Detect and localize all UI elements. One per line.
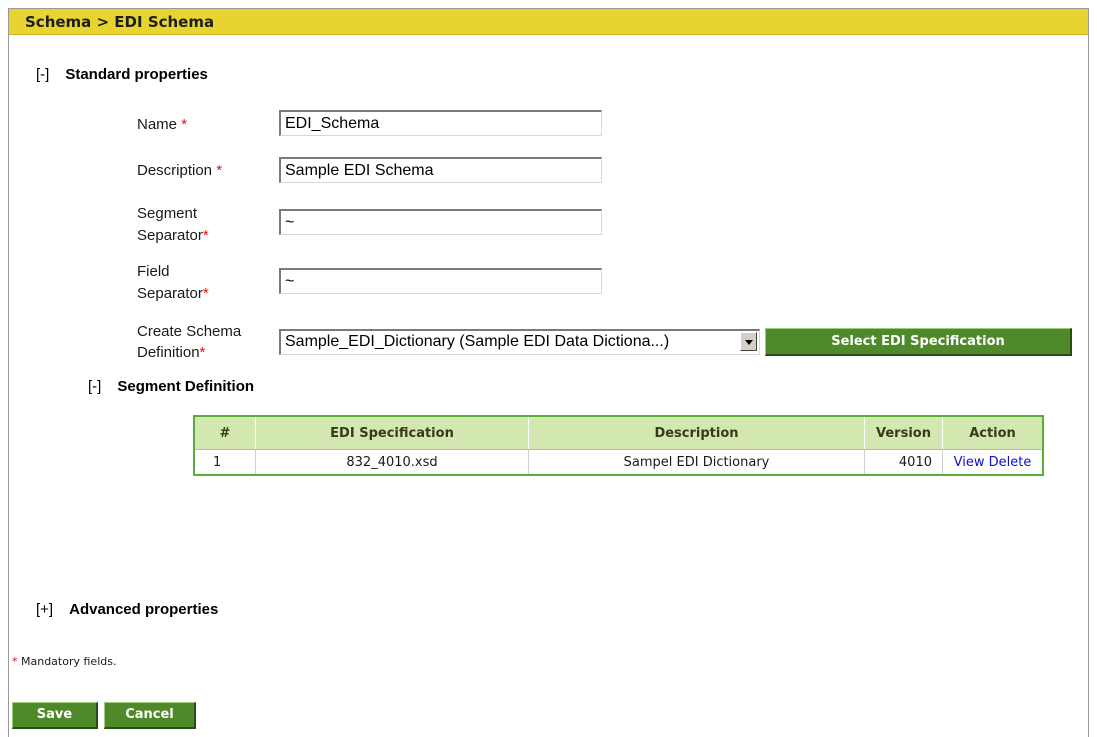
column-header: EDI Specification — [255, 415, 529, 450]
required-marker: * — [202, 285, 209, 302]
segment-separator-field[interactable]: ~ — [279, 209, 602, 235]
create-schema-definition-label: Create Schema Definition* — [137, 323, 242, 361]
selected-value: Sample_EDI_Dictionary (Sample EDI Data D… — [285, 333, 670, 350]
section-title: Standard properties — [65, 66, 208, 83]
column-header: Version — [864, 415, 943, 450]
edi-specification-cell: 832_4010.xsd — [255, 449, 529, 475]
required-marker: * — [202, 227, 209, 244]
column-header: Description — [528, 415, 865, 450]
section-title: Advanced properties — [69, 601, 219, 618]
delete-link[interactable]: Delete — [989, 455, 1032, 470]
page-title: Schema > EDI Schema — [9, 9, 1088, 35]
field-separator-label: Field Separator* — [137, 263, 209, 302]
required-marker: * — [181, 116, 188, 133]
chevron-down-icon[interactable] — [740, 332, 757, 351]
table-header-row: # EDI Specification Description Version … — [193, 415, 1044, 450]
schema-definition-select[interactable]: Sample_EDI_Dictionary (Sample EDI Data D… — [279, 329, 760, 355]
save-button[interactable]: Save — [12, 702, 98, 729]
version-cell: 4010 — [864, 449, 943, 475]
view-link[interactable]: View — [954, 455, 985, 470]
collapse-toggle[interactable]: [-] — [88, 378, 101, 395]
advanced-properties-header[interactable]: [+] Advanced properties — [36, 601, 218, 618]
select-edi-specification-button[interactable]: Select EDI Specification — [765, 328, 1072, 356]
segment-definition-header[interactable]: [-] Segment Definition — [88, 378, 254, 395]
required-marker: * — [216, 162, 223, 179]
name-field[interactable]: EDI_Schema — [279, 110, 602, 136]
column-header: # — [193, 415, 256, 450]
description-field[interactable]: Sample EDI Schema — [279, 157, 602, 183]
segment-separator-label: Segment Separator* — [137, 205, 209, 244]
name-label: Name * — [137, 116, 188, 133]
collapse-toggle[interactable]: [-] — [36, 66, 49, 83]
segment-table: # EDI Specification Description Version … — [193, 415, 1044, 476]
required-marker: * — [12, 655, 18, 668]
table-row: 1 832_4010.xsd Sampel EDI Dictionary 401… — [194, 449, 1044, 476]
mandatory-note: * Mandatory fields. — [12, 655, 117, 668]
action-cell: View Delete — [943, 450, 1044, 476]
column-header: Action — [942, 415, 1044, 450]
section-title: Segment Definition — [117, 378, 255, 395]
description-label: Description * — [137, 162, 223, 179]
description-cell: Sampel EDI Dictionary — [528, 449, 865, 475]
row-number: 1 — [194, 449, 256, 475]
expand-toggle[interactable]: [+] — [36, 601, 53, 618]
field-separator-field[interactable]: ~ — [279, 268, 602, 294]
cancel-button[interactable]: Cancel — [104, 702, 196, 729]
required-marker: * — [199, 344, 206, 361]
standard-properties-header[interactable]: [-] Standard properties — [36, 66, 208, 83]
